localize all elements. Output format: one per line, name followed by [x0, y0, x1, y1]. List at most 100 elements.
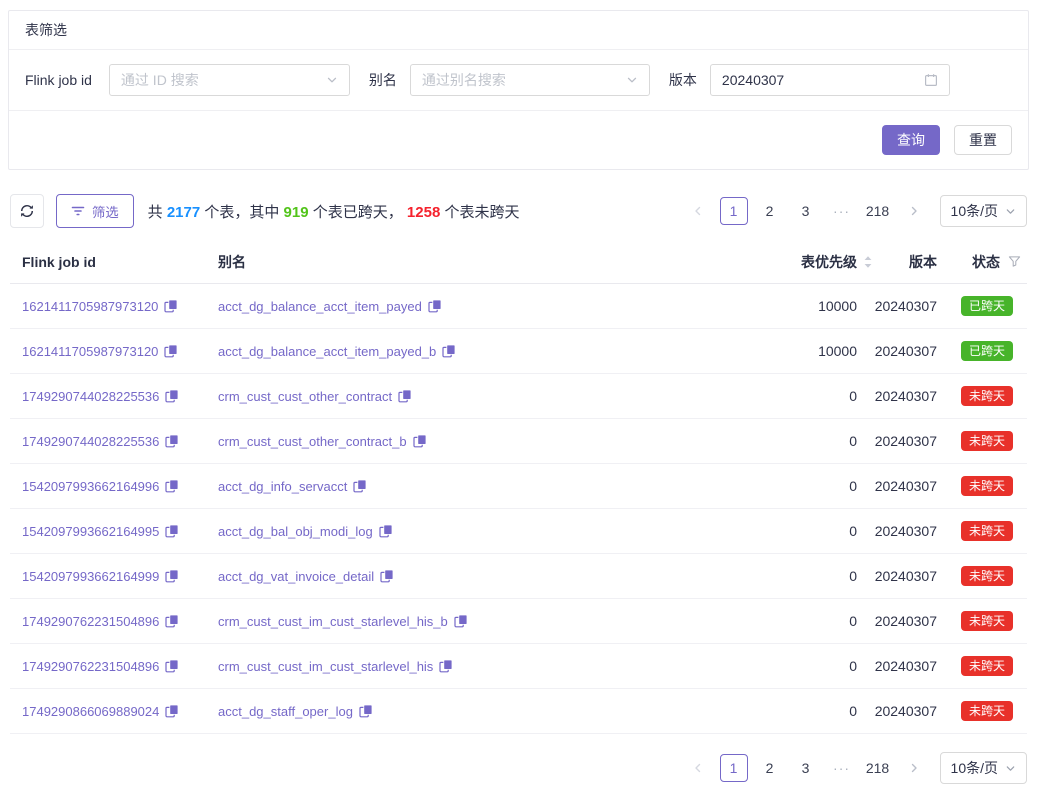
copy-icon[interactable]	[165, 389, 179, 403]
status-badge: 未跨天	[961, 431, 1013, 451]
flink-job-id-select[interactable]: 通过 ID 搜索	[109, 64, 350, 96]
page-ellipsis[interactable]: ···	[828, 197, 856, 225]
alias-link[interactable]: acct_dg_balance_acct_item_payed	[218, 299, 422, 314]
filter-card-title: 表筛选	[9, 11, 1028, 50]
version-value: 20240307	[880, 478, 937, 494]
col-header-status[interactable]: 状态	[937, 252, 1027, 272]
alias-link[interactable]: acct_dg_staff_oper_log	[218, 704, 353, 719]
funnel-filter-icon[interactable]	[1008, 255, 1021, 268]
copy-icon[interactable]	[165, 569, 179, 583]
col-header-priority[interactable]: 表优先级	[730, 252, 880, 272]
page-button-last[interactable]: 218	[864, 754, 892, 782]
alias-select[interactable]: 通过别名搜索	[410, 64, 650, 96]
copy-icon[interactable]	[454, 614, 468, 628]
flink-job-id-link[interactable]: 1542097993662164996	[22, 479, 159, 494]
copy-icon[interactable]	[413, 434, 427, 448]
alias-link[interactable]: acct_dg_info_servacct	[218, 479, 347, 494]
filter-toggle-button[interactable]: 筛选	[56, 194, 134, 228]
page-ellipsis[interactable]: ···	[828, 754, 856, 782]
refresh-button[interactable]	[10, 194, 44, 228]
next-page-button[interactable]	[900, 754, 928, 782]
priority-value: 0	[730, 523, 880, 539]
flink-job-id-link[interactable]: 1749290762231504896	[22, 659, 159, 674]
table-row: 1542097993662164999 acct_dg_vat_invoice_…	[10, 554, 1027, 599]
copy-icon[interactable]	[353, 479, 367, 493]
chevron-down-icon	[326, 74, 338, 86]
copy-icon[interactable]	[359, 704, 373, 718]
alias-link[interactable]: acct_dg_vat_invoice_detail	[218, 569, 374, 584]
copy-icon[interactable]	[165, 434, 179, 448]
refresh-icon	[19, 203, 35, 219]
page-size-select[interactable]: 10条/页	[940, 752, 1027, 784]
copy-icon[interactable]	[165, 704, 179, 718]
flink-job-id-link[interactable]: 1749290744028225536	[22, 434, 159, 449]
status-badge: 已跨天	[961, 296, 1013, 316]
copy-icon[interactable]	[398, 389, 412, 403]
page-button-1[interactable]: 1	[720, 197, 748, 225]
table-row: 1749290744028225536 crm_cust_cust_other_…	[10, 374, 1027, 419]
query-button[interactable]: 查询	[882, 125, 940, 155]
flink-job-id-link[interactable]: 1542097993662164995	[22, 524, 159, 539]
copy-icon[interactable]	[380, 569, 394, 583]
flink-job-id-link[interactable]: 1621411705987973120	[22, 344, 158, 359]
version-value: 20240307	[880, 703, 937, 719]
version-value: 20240307	[880, 433, 937, 449]
status-badge: 未跨天	[961, 386, 1013, 406]
page-size-value: 10条/页	[951, 758, 998, 778]
page-button-1[interactable]: 1	[720, 754, 748, 782]
sort-carets-icon[interactable]	[863, 255, 873, 269]
page-size-select[interactable]: 10条/页	[940, 195, 1027, 227]
flink-job-id-link[interactable]: 1749290866069889024	[22, 704, 159, 719]
alias-link[interactable]: crm_cust_cust_other_contract_b	[218, 434, 407, 449]
page-button-2[interactable]: 2	[756, 197, 784, 225]
alias-label: 别名	[369, 70, 397, 90]
copy-icon[interactable]	[439, 659, 453, 673]
page-button-2[interactable]: 2	[756, 754, 784, 782]
copy-icon[interactable]	[164, 344, 178, 358]
page-button-last[interactable]: 218	[864, 197, 892, 225]
copy-icon[interactable]	[442, 344, 456, 358]
page-button-3[interactable]: 3	[792, 197, 820, 225]
prev-page-button[interactable]	[684, 197, 712, 225]
col-header-status-label: 状态	[972, 252, 1000, 272]
flink-job-id-label: Flink job id	[25, 72, 92, 88]
table-header-row: Flink job id 别名 表优先级 版本 状态	[10, 240, 1027, 284]
reset-button[interactable]: 重置	[954, 125, 1012, 155]
version-value: 20240307	[880, 568, 937, 584]
table-row: 1749290762231504896 crm_cust_cust_im_cus…	[10, 599, 1027, 644]
summary-total-count: 2177	[167, 204, 200, 221]
flink-job-id-link[interactable]: 1749290762231504896	[22, 614, 159, 629]
summary-segment: 个表未跨天	[440, 204, 519, 221]
alias-link[interactable]: crm_cust_cust_other_contract	[218, 389, 392, 404]
next-page-button[interactable]	[900, 197, 928, 225]
page-button-3[interactable]: 3	[792, 754, 820, 782]
alias-link[interactable]: crm_cust_cust_im_cust_starlevel_his_b	[218, 614, 448, 629]
copy-icon[interactable]	[164, 299, 178, 313]
table-row: 1542097993662164996 acct_dg_info_servacc…	[10, 464, 1027, 509]
table-row: 1542097993662164995 acct_dg_bal_obj_modi…	[10, 509, 1027, 554]
version-value: 20240307	[880, 613, 937, 629]
summary-not-crossed-count: 1258	[407, 204, 440, 221]
copy-icon[interactable]	[165, 524, 179, 538]
status-badge: 未跨天	[961, 611, 1013, 631]
version-date-input[interactable]: 20240307	[710, 64, 950, 96]
alias-link[interactable]: acct_dg_bal_obj_modi_log	[218, 524, 373, 539]
status-badge: 已跨天	[961, 341, 1013, 361]
alias-link[interactable]: crm_cust_cust_im_cust_starlevel_his	[218, 659, 433, 674]
prev-page-button[interactable]	[684, 754, 712, 782]
copy-icon[interactable]	[428, 299, 442, 313]
copy-icon[interactable]	[165, 479, 179, 493]
copy-icon[interactable]	[165, 659, 179, 673]
priority-value: 0	[730, 478, 880, 494]
version-label: 版本	[669, 70, 697, 90]
copy-icon[interactable]	[165, 614, 179, 628]
copy-icon[interactable]	[379, 524, 393, 538]
flink-job-id-link[interactable]: 1621411705987973120	[22, 299, 158, 314]
table-row: 1749290762231504896 crm_cust_cust_im_cus…	[10, 644, 1027, 689]
version-value: 20240307	[880, 388, 937, 404]
flink-job-id-link[interactable]: 1749290744028225536	[22, 389, 159, 404]
priority-value: 10000	[730, 298, 880, 314]
alias-link[interactable]: acct_dg_balance_acct_item_payed_b	[218, 344, 436, 359]
col-header-version: 版本	[880, 252, 937, 272]
flink-job-id-link[interactable]: 1542097993662164999	[22, 569, 159, 584]
